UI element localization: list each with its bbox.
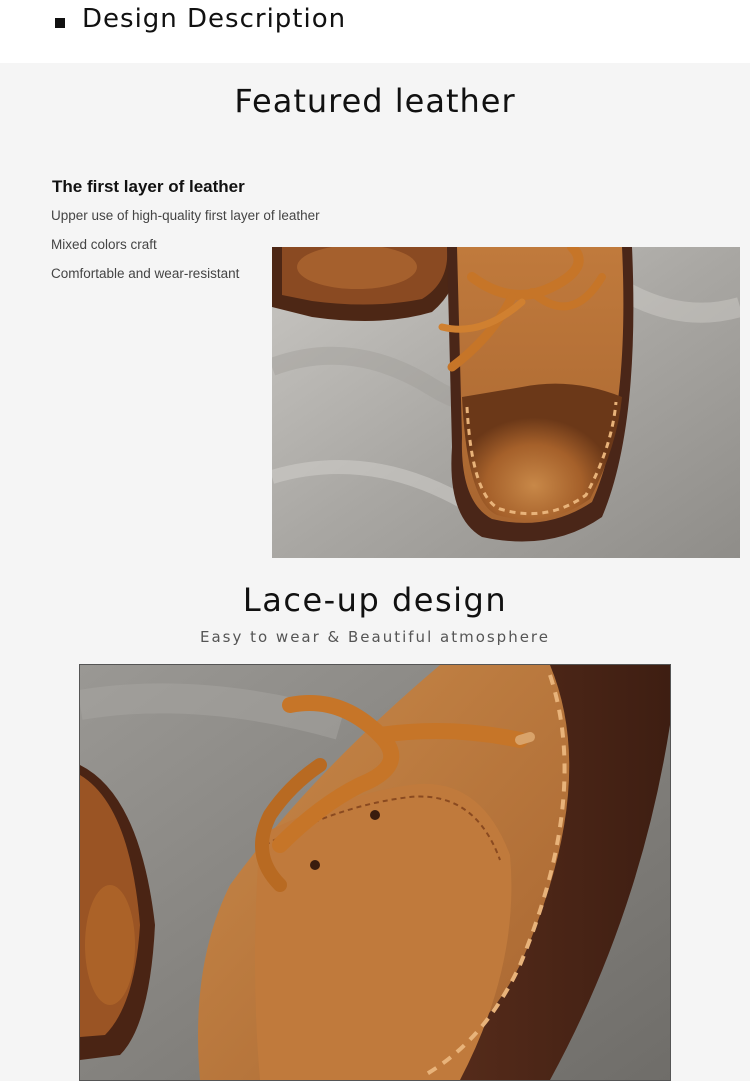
featured-leather-title: Featured leather [234,82,516,120]
feature-line-upper: Upper use of high-quality first layer of… [51,208,320,223]
feature-line-mixed-colors: Mixed colors craft [51,237,157,252]
section-header-title: Design Description [82,4,347,34]
leather-heading: The first layer of leather [52,177,245,196]
lace-up-shoe-photo [79,664,671,1081]
lace-up-subtitle: Easy to wear & Beautiful atmosphere [199,628,551,646]
leather-shoe-photo [272,247,740,558]
lace-up-shoe-illustration [80,665,670,1080]
leather-shoe-illustration [272,247,740,558]
square-bullet-icon [55,18,65,28]
product-description-page: Design Description Featured leather The … [0,0,750,1081]
section-header-band: Design Description [0,0,750,63]
feature-line-comfortable: Comfortable and wear-resistant [51,266,240,281]
lace-up-title: Lace-up design [242,581,508,619]
